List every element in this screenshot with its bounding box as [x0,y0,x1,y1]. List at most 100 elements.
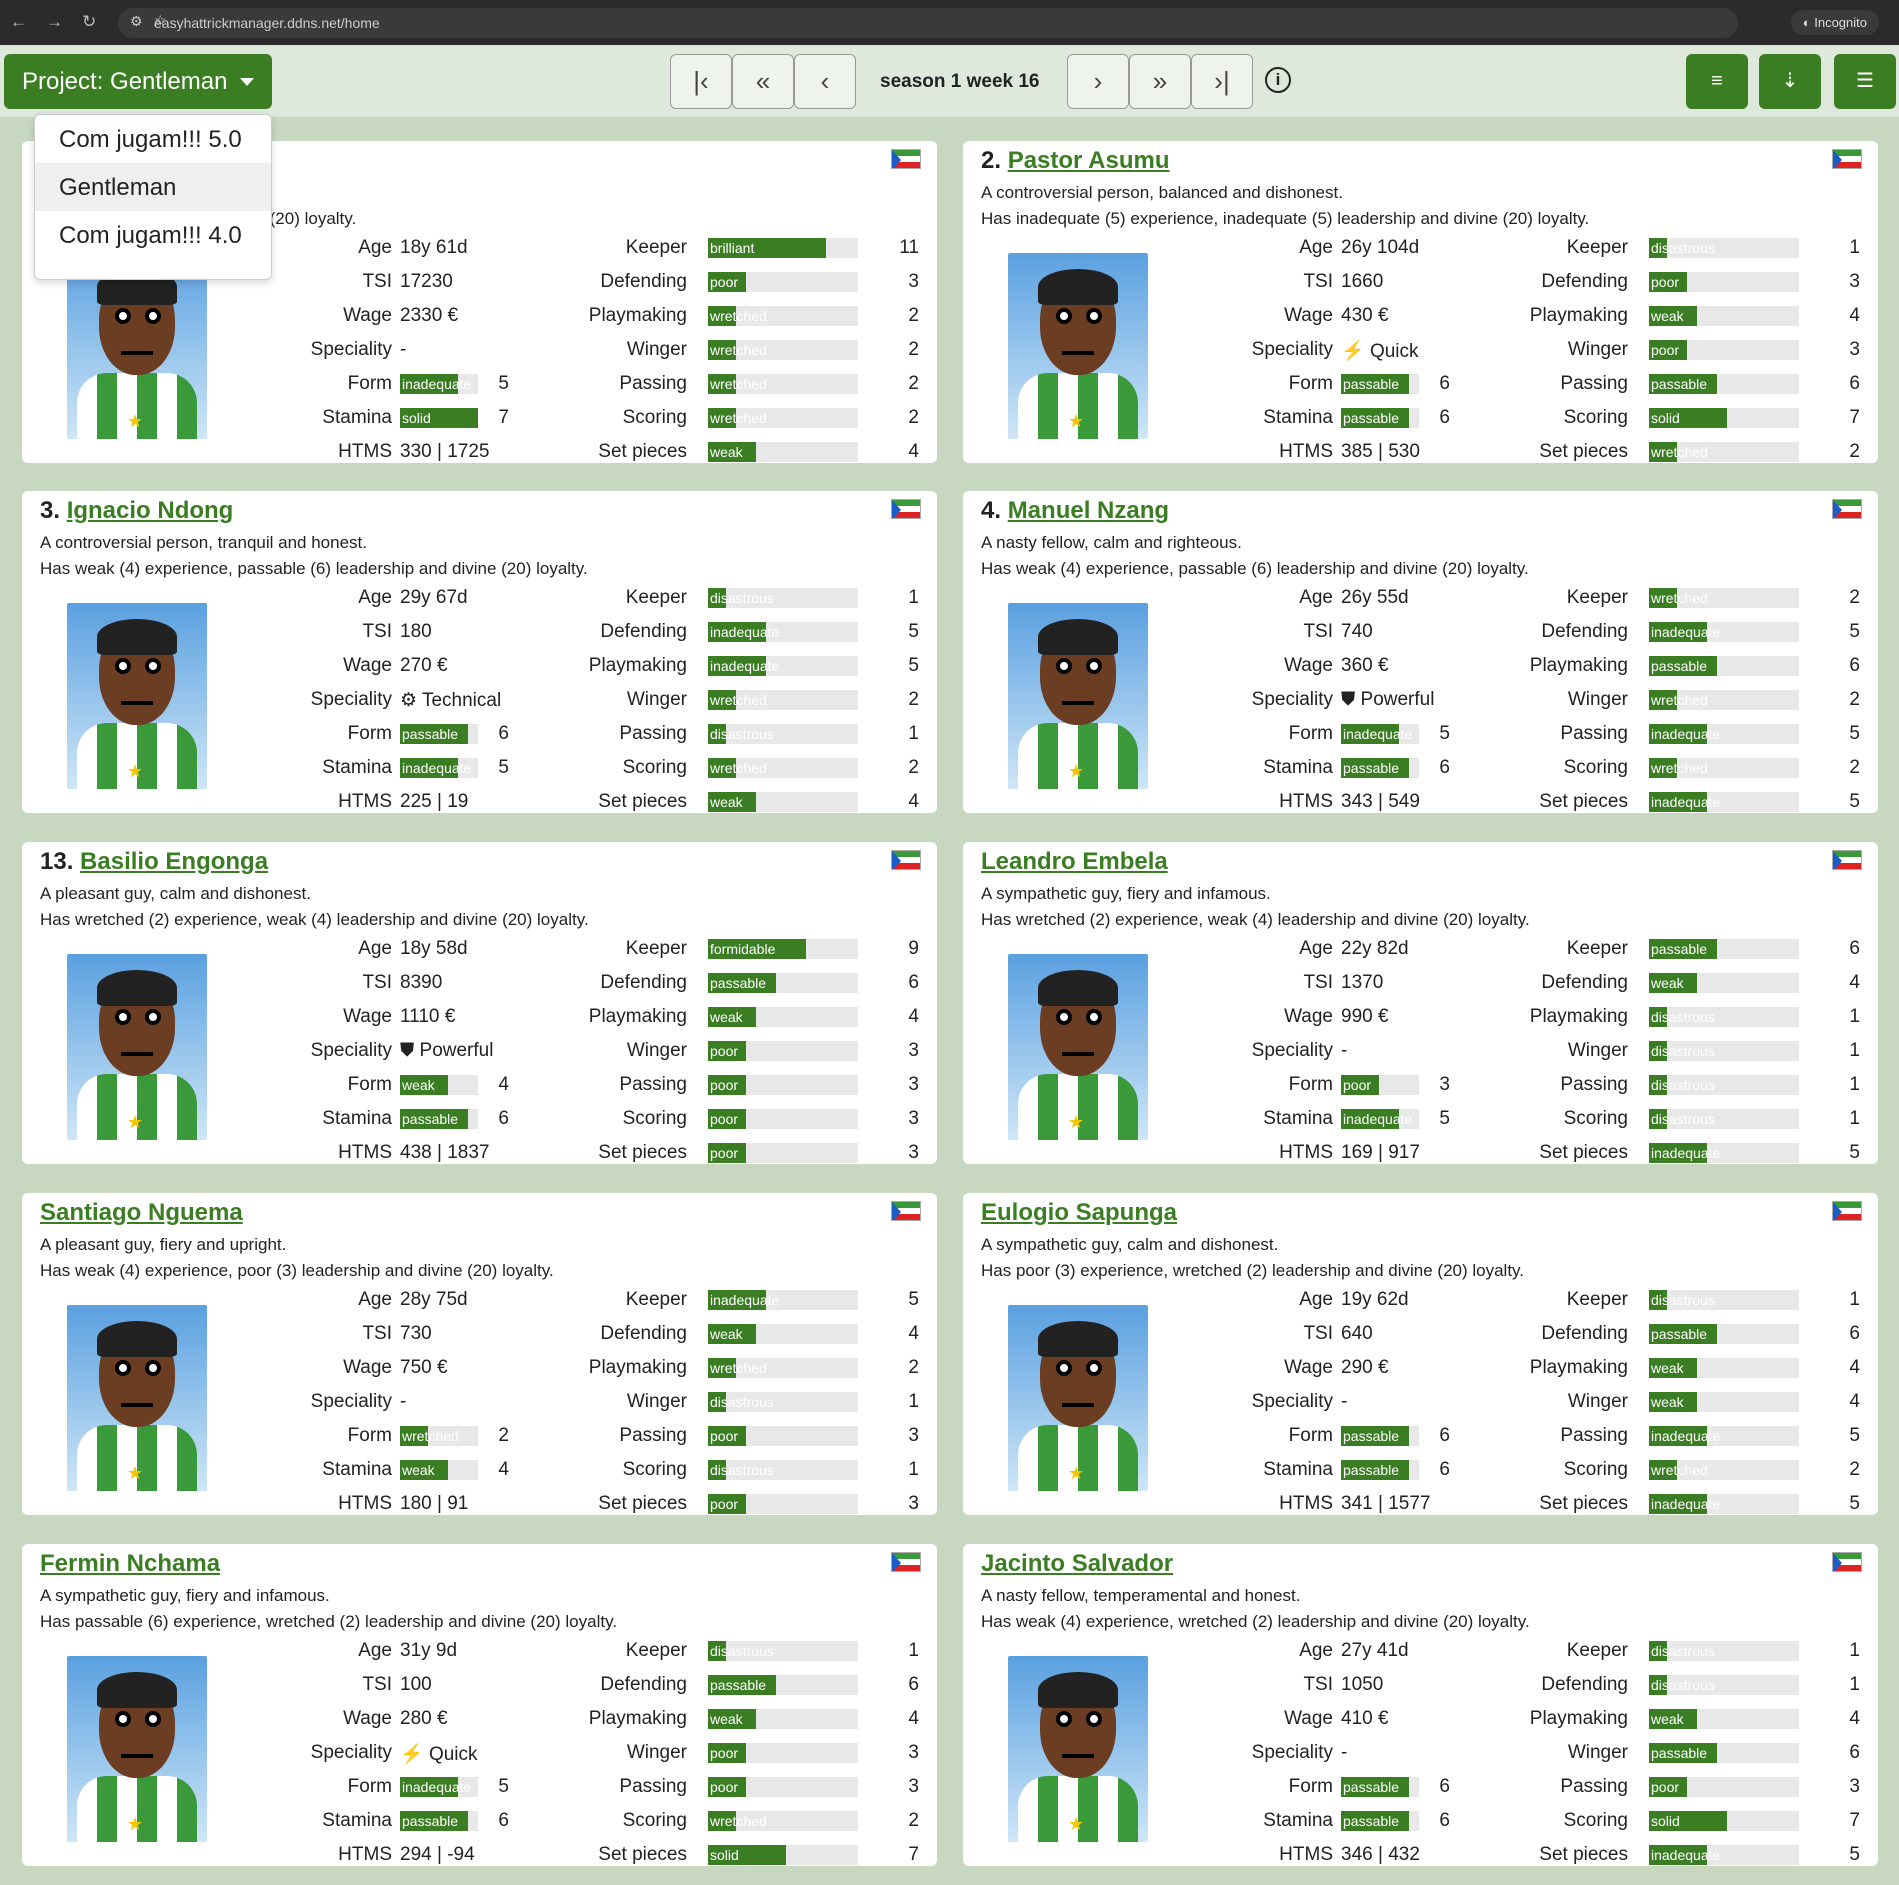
skill-value: 1 [1849,1074,1860,1095]
attr-value-text: - [1341,1742,1348,1763]
skill-label: Defending [600,1323,687,1344]
skill-label: Winger [626,689,687,710]
skill-label: Winger [1567,1391,1628,1412]
attr-label: Form [347,1425,392,1446]
player-experience: Has weak (4) experience, wretched (2) le… [981,1612,1530,1631]
chevron-right-icon: › [1093,66,1103,96]
sort-button[interactable]: ⇣ [1759,54,1821,109]
skill-bar-label: passable [710,1677,767,1693]
skill-bar: passable [1649,1743,1799,1763]
attr-label: Stamina [1263,407,1333,428]
skill-label: Keeper [1566,1289,1628,1310]
address-bar[interactable]: ⚙ easyhattrickmanager.ddns.net/home ⌕ ☆ [118,8,1738,38]
player-card: Santiago Nguema A pleasant guy, fiery and… [22,1193,937,1515]
skill-bar: wretched [708,690,858,710]
attr-value: 346 | 432 [1341,1844,1420,1866]
skill-value: 3 [908,1776,919,1797]
player-experience: Has weak (4) experience, poor (3) leader… [40,1261,554,1280]
attr-label: Stamina [322,757,392,778]
attr-value-text: 180 [400,621,432,642]
skill-bar-label: poor [710,1077,739,1093]
attr-label: TSI [1303,972,1333,993]
attr-label: TSI [362,1323,392,1344]
attr-value: 740 [1341,621,1373,643]
attr-label: TSI [362,1674,392,1695]
attr-label: Age [1299,938,1333,959]
player-name-link[interactable]: Jacinto Salvador [981,1550,1173,1577]
skill-label: Scoring [622,1810,687,1831]
skill-bar: passable [1341,1426,1419,1446]
attr-value-text: - [1341,1391,1348,1412]
dropdown-item[interactable]: Com jugam!!! 4.0 [35,211,271,259]
menu-button[interactable]: ☰ [1834,54,1896,109]
skill-label: Defending [600,972,687,993]
skill-bar: inadequate [1341,724,1419,744]
player-avatar: ★ [67,1305,207,1491]
attr-value: 6 [1439,407,1450,428]
dropdown-item[interactable]: Com jugam!!! 5.0 [35,115,271,163]
attr-value-text: 26y 104d [1341,237,1420,258]
attr-value: - [1341,1742,1347,1764]
player-name-link[interactable]: Leandro Embela [981,848,1168,875]
next-fast-button[interactable]: » [1129,54,1191,109]
skill-bar: weak [708,1007,858,1027]
skill-bar: poor [1649,272,1799,292]
attr-label: TSI [1303,271,1333,292]
next-week-button[interactable]: › [1067,54,1129,109]
skill-bar: inadequate [1341,1109,1419,1129]
player-card: 3. Ignacio Ndong A controversial person, … [22,491,937,813]
forward-icon[interactable]: → [46,12,63,32]
dropdown-item[interactable]: Gentleman [35,163,271,211]
attr-value: 18y 58d [400,938,468,960]
player-name-link[interactable]: Santiago Nguema [40,1199,243,1226]
skill-label: Playmaking [588,305,687,326]
attr-label: HTMS [1279,1493,1333,1514]
skill-bar: passable [1649,656,1799,676]
skill-bar-label: disastrous [1651,1292,1715,1308]
prev-week-button[interactable]: ‹ [794,54,856,109]
first-week-button[interactable]: |‹ [670,54,732,109]
player-name-link[interactable]: Basilio Engonga [80,848,268,875]
attr-value: ⛊ Powerful [400,1040,493,1062]
player-name-link[interactable]: Ignacio Ndong [67,497,234,524]
filter-button[interactable]: ≡ [1686,54,1748,109]
player-avatar: ★ [1008,603,1148,789]
player-name-link[interactable]: Pastor Asumu [1008,147,1170,174]
reload-icon[interactable]: ↻ [82,12,96,32]
skill-value: 4 [1849,305,1860,326]
skill-label: Keeper [625,1640,687,1661]
skill-value: 2 [1849,587,1860,608]
info-icon[interactable]: i [1265,67,1291,93]
player-experience: Has weak (4) experience, passable (6) le… [40,559,588,578]
skill-value: 4 [908,1323,919,1344]
attr-label: Stamina [1263,1459,1333,1480]
skill-value: 1 [908,1640,919,1661]
attr-value: 5 [498,757,509,778]
attr-value: 6 [1439,1776,1450,1797]
player-name-link[interactable]: Eulogio Sapunga [981,1199,1177,1226]
player-name-link[interactable]: Fermin Nchama [40,1550,220,1577]
skill-label: Set pieces [598,441,687,462]
player-title: Eulogio Sapunga [981,1199,1177,1227]
skill-value: 7 [1849,407,1860,428]
attr-label: Wage [343,1006,392,1027]
bookmark-star-icon[interactable]: ☆ [154,12,1724,29]
project-dropdown-button[interactable]: Project: Gentleman [4,54,272,109]
skill-label: Passing [1560,723,1628,744]
skill-value: 2 [1849,757,1860,778]
last-week-button[interactable]: ›| [1191,54,1253,109]
player-avatar: ★ [67,253,207,439]
site-info-icon[interactable]: ⚙ [130,13,143,30]
attr-label: Stamina [322,1108,392,1129]
skill-bar: poor [1649,1777,1799,1797]
attr-value: 18y 61d [400,237,468,259]
attr-label: Stamina [322,1810,392,1831]
skill-label: Keeper [1566,1640,1628,1661]
skill-bar-label: wretched [710,410,767,426]
attr-label: Age [358,1289,392,1310]
incognito-label: Incognito [1814,15,1867,30]
prev-fast-button[interactable]: « [732,54,794,109]
player-name-link[interactable]: Manuel Nzang [1008,497,1169,524]
attr-value: 26y 55d [1341,587,1409,609]
back-icon[interactable]: ← [10,12,27,32]
